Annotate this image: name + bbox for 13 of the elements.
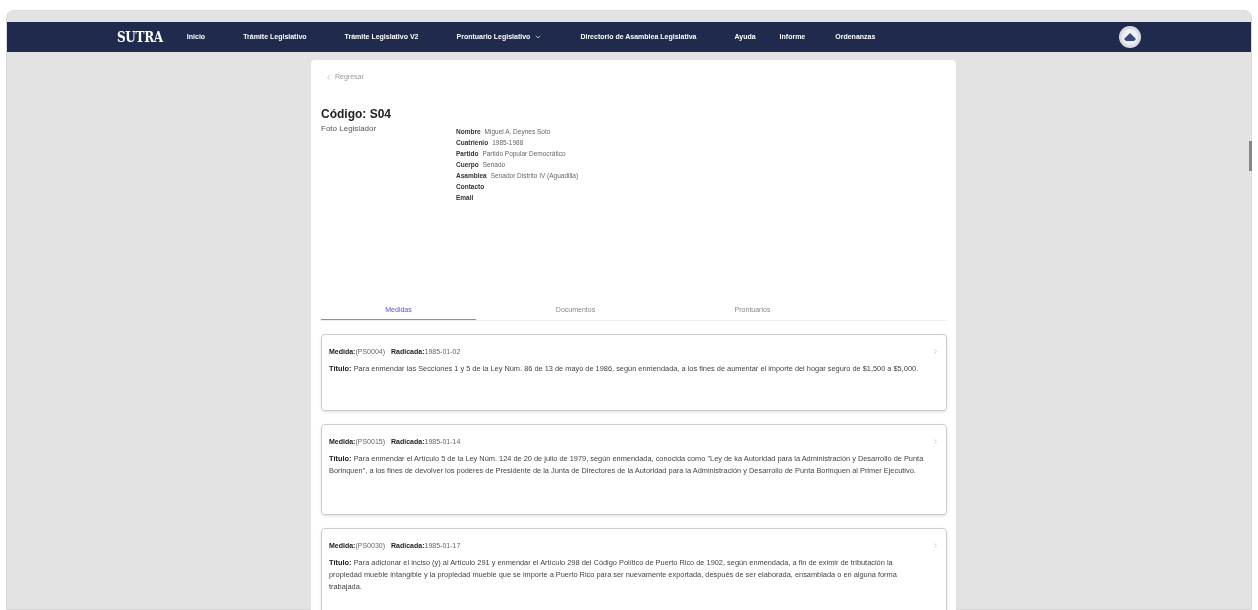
measure-card[interactable]: [321, 423, 947, 515]
chevron-icon: [932, 438, 939, 446]
photo-label: Foto Legislador: [321, 122, 378, 135]
seal-icon[interactable]: [1118, 25, 1142, 49]
back-icon: [325, 73, 332, 81]
legislator-code: Código: S04: [321, 105, 392, 123]
scrollbar-thumb[interactable]: [1249, 141, 1252, 171]
measure-card[interactable]: [321, 527, 947, 610]
brand-logo[interactable]: SUTRA: [117, 25, 163, 49]
caret-icon: [534, 33, 543, 41]
chevron-icon: [932, 348, 939, 356]
measure-card[interactable]: [321, 333, 947, 411]
chevron-icon: [932, 542, 939, 550]
